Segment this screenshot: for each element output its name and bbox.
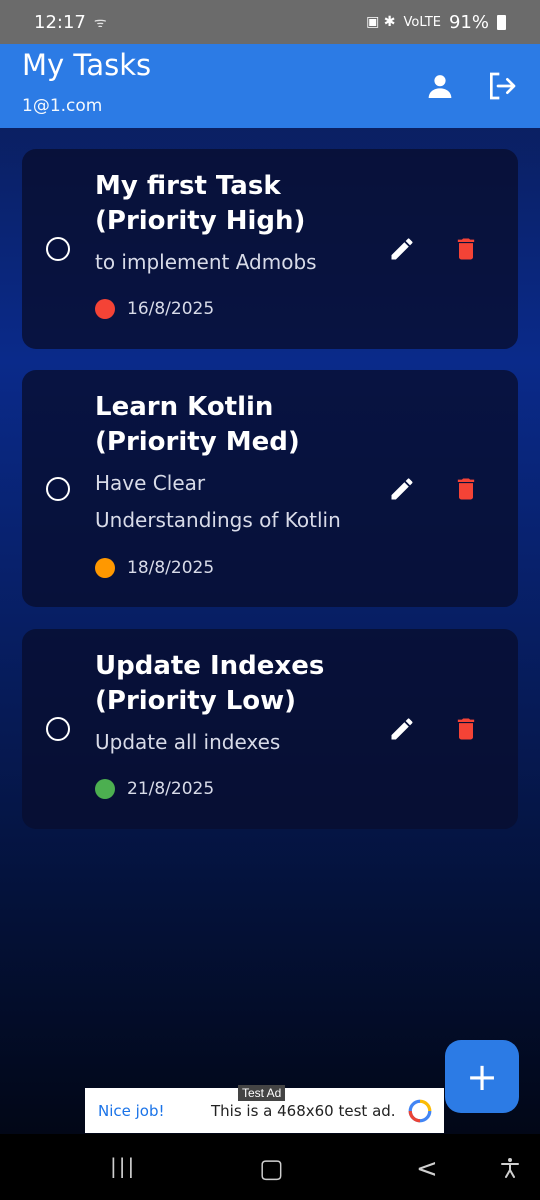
person-icon[interactable] [424, 70, 456, 102]
ad-body-text: This is a 468x60 test ad. [211, 1101, 396, 1120]
lte-indicator: VoLTE [403, 14, 441, 30]
ad-label: Test Ad [238, 1085, 286, 1101]
task-date-row: 16/8/2025 [95, 299, 214, 319]
accessibility-icon[interactable] [498, 1156, 522, 1180]
task-date-row: 18/8/2025 [95, 558, 214, 578]
task-date: 18/8/2025 [127, 558, 215, 578]
task-title-line: My first Task [95, 171, 281, 201]
task-description: to implement Admobs [95, 244, 375, 281]
task-date: 21/8/2025 [127, 779, 215, 799]
add-task-button[interactable]: + [445, 1040, 519, 1113]
task-date-row: 21/8/2025 [95, 779, 214, 799]
task-date: 16/8/2025 [127, 299, 215, 319]
ad-logo-icon [408, 1099, 432, 1123]
task-complete-radio[interactable] [46, 237, 70, 261]
task-title: Learn Kotlin (Priority Med) [95, 390, 395, 460]
task-title: Update Indexes (Priority Low) [95, 649, 395, 719]
back-button[interactable]: < [416, 1154, 438, 1184]
home-button[interactable]: ▢ [259, 1154, 284, 1184]
task-title-line: (Priority Low) [95, 686, 297, 716]
task-title: My first Task (Priority High) [95, 169, 395, 239]
task-title-line: (Priority Med) [95, 427, 300, 457]
logout-icon[interactable] [486, 70, 518, 102]
delete-icon[interactable] [452, 235, 480, 263]
page-title: My Tasks [22, 48, 152, 82]
system-nav-bar: ||| ▢ < [0, 1134, 540, 1200]
status-time: 12:17 [34, 11, 86, 33]
ad-nice-text: Nice job! [98, 1101, 165, 1120]
delete-icon[interactable] [452, 475, 480, 503]
recents-button[interactable]: ||| [110, 1154, 136, 1178]
status-icons: ▣ ✱ [366, 14, 396, 30]
edit-icon[interactable] [388, 475, 416, 503]
signal-icon: ᯤ [93, 14, 107, 31]
task-description: Have Clear Understandings of Kotlin [95, 465, 375, 539]
priority-dot [95, 779, 115, 799]
status-bar: 12:17 ᯤ ▣ ✱ VoLTE 91% [0, 0, 540, 44]
task-description-line: to implement Admobs [95, 250, 317, 274]
user-email: 1@1.com [22, 96, 103, 116]
task-description-line: Understandings of Kotlin [95, 508, 341, 532]
task-title-line: (Priority High) [95, 206, 306, 236]
priority-dot [95, 558, 115, 578]
task-title-line: Learn Kotlin [95, 392, 274, 422]
battery-level: 91% [448, 11, 489, 33]
battery-icon [497, 14, 506, 30]
priority-dot [95, 299, 115, 319]
task-card[interactable]: Update Indexes (Priority Low) Update all… [22, 629, 518, 829]
task-description-line: Update all indexes [95, 730, 281, 754]
task-card[interactable]: Learn Kotlin (Priority Med) Have Clear U… [22, 370, 518, 607]
task-description-line: Have Clear [95, 471, 206, 495]
edit-icon[interactable] [388, 715, 416, 743]
app-bar: My Tasks 1@1.com [0, 44, 540, 128]
task-card[interactable]: My first Task (Priority High) to impleme… [22, 149, 518, 349]
task-description: Update all indexes [95, 724, 375, 761]
task-complete-radio[interactable] [46, 477, 70, 501]
task-title-line: Update Indexes [95, 651, 325, 681]
task-complete-radio[interactable] [46, 717, 70, 741]
edit-icon[interactable] [388, 235, 416, 263]
delete-icon[interactable] [452, 715, 480, 743]
